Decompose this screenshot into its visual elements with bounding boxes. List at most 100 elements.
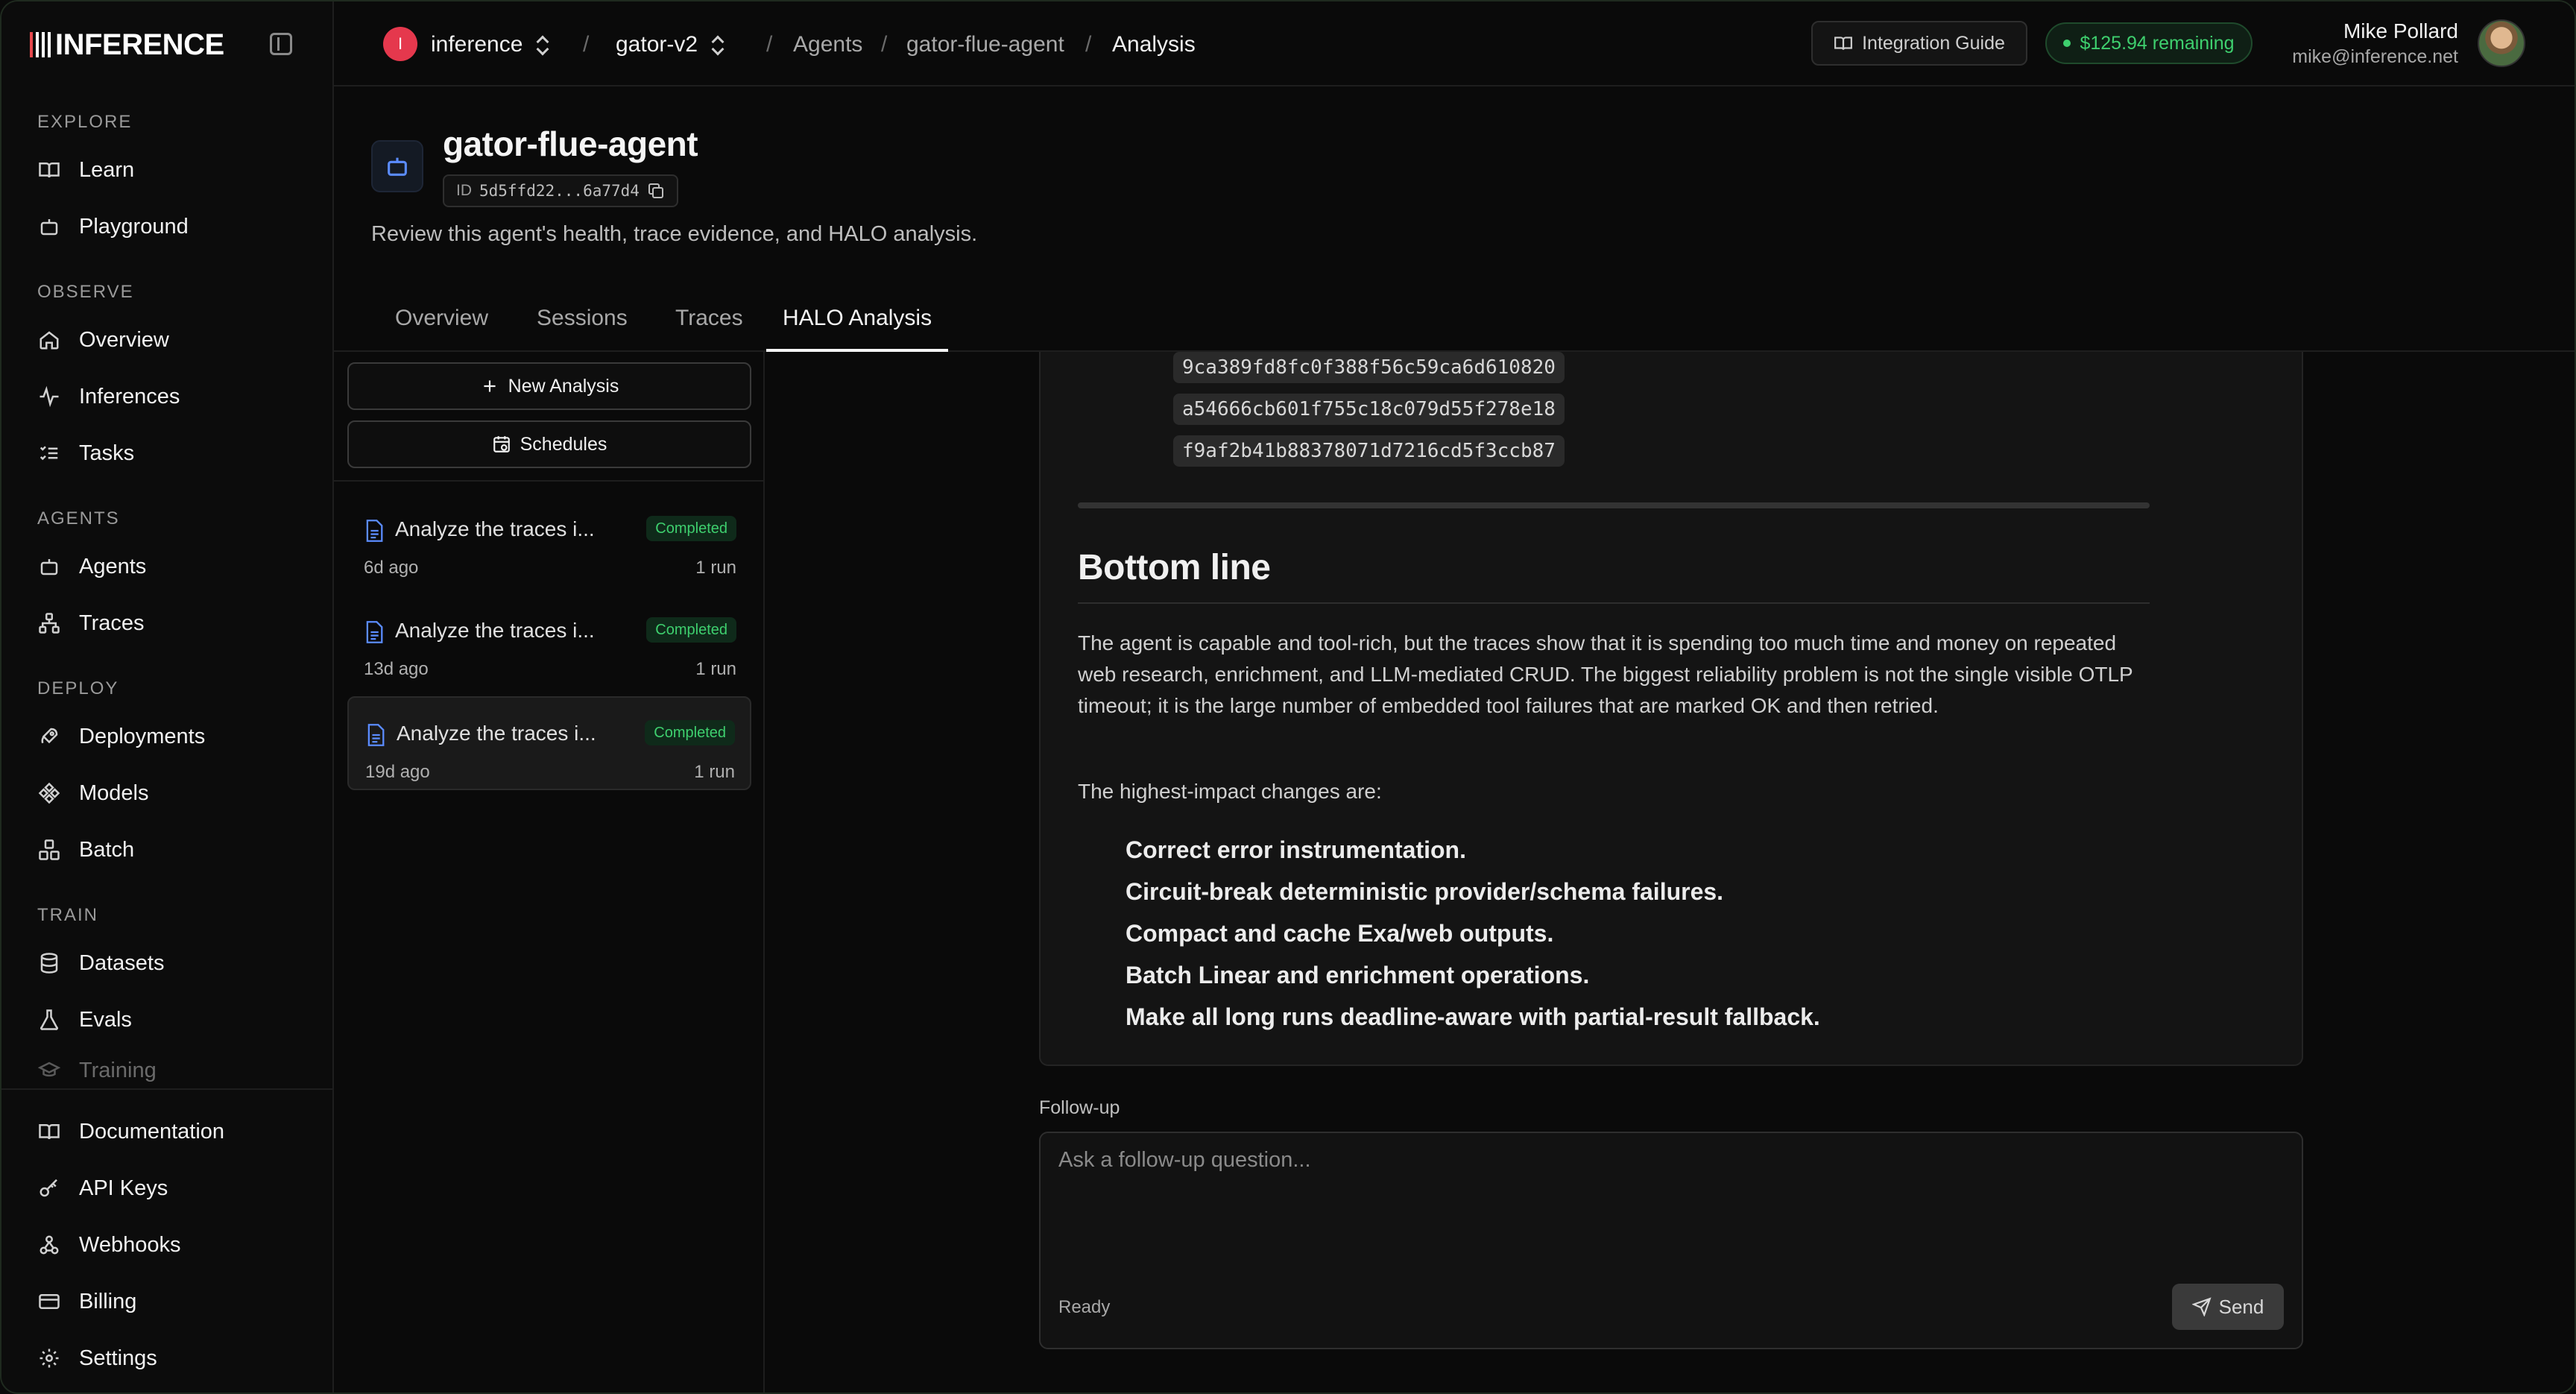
sidebar: INFERENCE EXPLORE Learn Playground OBSER… (1, 1, 334, 1393)
sidebar-item-agents[interactable]: Agents (37, 546, 146, 587)
sidebar-item-deployments[interactable]: Deployments (37, 716, 205, 757)
sidebar-item-label: Documentation (79, 1119, 225, 1144)
models-icon (37, 781, 61, 805)
network-icon (37, 611, 61, 635)
sidebar-item-datasets[interactable]: Datasets (37, 942, 164, 984)
integration-guide-button[interactable]: Integration Guide (1811, 21, 2027, 66)
list-item: Make all long runs deadline-aware with p… (1126, 1003, 1820, 1030)
document-icon (364, 620, 385, 644)
run-count: 1 run (695, 659, 736, 679)
analysis-run-item[interactable]: Analyze the traces i... Completed 6d ago… (347, 493, 751, 587)
sidebar-item-label: Evals (79, 1007, 132, 1032)
flask-icon (37, 1008, 61, 1032)
breadcrumb-separator: / (1085, 32, 1092, 57)
sidebar-item-label: Overview (79, 327, 169, 352)
sidebar-item-playground[interactable]: Playground (37, 206, 189, 247)
copy-icon[interactable] (647, 182, 665, 200)
chevrons-up-down-icon (536, 34, 549, 57)
send-label: Send (2218, 1295, 2264, 1318)
project-switcher[interactable]: gator-v2 (616, 30, 724, 60)
sidebar-item-webhooks[interactable]: Webhooks (37, 1224, 181, 1266)
agent-robot-icon (371, 140, 423, 192)
sidebar-item-learn[interactable]: Learn (37, 149, 134, 191)
sidebar-item-label: Batch (79, 837, 135, 862)
analysis-run-item[interactable]: Analyze the traces i... Completed 13d ag… (347, 595, 751, 689)
breadcrumb-agents[interactable]: Agents (793, 30, 862, 60)
sidebar-item-training[interactable]: Training (37, 1056, 157, 1085)
tab-traces[interactable]: Traces (675, 306, 743, 352)
tab-bar: Overview Sessions Traces HALO Analysis (334, 288, 2575, 352)
section-explore: EXPLORE (37, 112, 133, 132)
credits-badge[interactable]: $125.94 remaining (2045, 22, 2253, 64)
credits-label: $125.94 remaining (2080, 32, 2235, 54)
run-time: 19d ago (365, 762, 430, 782)
tab-sessions[interactable]: Sessions (537, 306, 628, 352)
run-count: 1 run (694, 762, 735, 782)
sidebar-divider (1, 1088, 334, 1090)
trace-id-code: a54666cb601f755c18c079d55f278e18 (1173, 394, 1565, 425)
brand-logo[interactable]: INFERENCE (30, 28, 224, 61)
sidebar-item-inferences[interactable]: Inferences (37, 376, 180, 417)
org-avatar[interactable]: I (383, 27, 417, 61)
run-time: 13d ago (364, 659, 429, 679)
book-icon (37, 1120, 61, 1144)
list-item: Batch Linear and enrichment operations. (1126, 962, 1590, 988)
schedules-label: Schedules (520, 433, 607, 455)
tab-overview[interactable]: Overview (395, 306, 488, 352)
report-lead: The highest-impact changes are: (1078, 780, 1382, 803)
analysis-run-item-selected[interactable]: Analyze the traces i... Completed 19d ag… (347, 696, 751, 790)
sidebar-item-label: Billing (79, 1289, 137, 1313)
sidebar-item-api-keys[interactable]: API Keys (37, 1167, 168, 1209)
credit-card-icon (37, 1290, 61, 1313)
document-icon (364, 519, 385, 543)
user-avatar[interactable] (2478, 19, 2525, 67)
sidebar-item-traces[interactable]: Traces (37, 602, 145, 644)
gear-icon (37, 1346, 61, 1370)
database-icon (37, 951, 61, 975)
followup-input[interactable] (1058, 1148, 2281, 1267)
sidebar-item-label: Settings (79, 1346, 157, 1370)
agent-id-chip[interactable]: ID 5d5ffd22...6a77d4 (443, 174, 678, 207)
section-train: TRAIN (37, 905, 98, 925)
page-title: gator-flue-agent (443, 124, 698, 163)
graduation-cap-icon (37, 1059, 61, 1082)
tab-halo-analysis[interactable]: HALO Analysis (766, 306, 949, 352)
sidebar-item-label: Agents (79, 554, 147, 578)
sidebar-item-batch[interactable]: Batch (37, 829, 134, 871)
robot-icon (37, 215, 61, 239)
section-agents: AGENTS (37, 508, 120, 529)
heading-underline (1078, 602, 2150, 604)
analysis-list-panel: New Analysis Schedules Analyze the trace… (334, 352, 765, 1393)
breadcrumb-separator: / (881, 32, 888, 57)
sidebar-item-tasks[interactable]: Tasks (37, 432, 134, 474)
followup-box: Ready Send (1039, 1132, 2303, 1349)
run-name: Analyze the traces i... (395, 517, 595, 540)
send-button[interactable]: Send (2172, 1284, 2284, 1330)
sidebar-item-settings[interactable]: Settings (37, 1337, 157, 1379)
run-name: Analyze the traces i... (397, 722, 596, 745)
sidebar-collapse-icon[interactable] (270, 33, 292, 55)
sidebar-item-label: Playground (79, 214, 189, 239)
schedules-button[interactable]: Schedules (347, 420, 751, 468)
sidebar-item-models[interactable]: Models (37, 772, 149, 814)
sidebar-item-billing[interactable]: Billing (37, 1281, 136, 1322)
org-switcher[interactable]: inference (431, 30, 549, 60)
new-analysis-button[interactable]: New Analysis (347, 362, 751, 410)
sidebar-item-evals[interactable]: Evals (37, 999, 132, 1041)
send-icon (2191, 1297, 2212, 1316)
breadcrumb-agent[interactable]: gator-flue-agent (906, 30, 1064, 60)
sidebar-item-overview[interactable]: Overview (37, 319, 169, 361)
sidebar-item-documentation[interactable]: Documentation (37, 1111, 224, 1152)
integration-guide-label: Integration Guide (1862, 32, 2005, 54)
agent-id-label: ID (456, 182, 472, 199)
list-item: Correct error instrumentation. (1126, 836, 1466, 863)
status-badge: Completed (646, 617, 736, 643)
list-item: Circuit-break deterministic provider/sch… (1126, 878, 1724, 905)
sidebar-item-label: Tasks (79, 441, 135, 465)
agent-id-value: 5d5ffd22...6a77d4 (479, 182, 640, 200)
sidebar-item-label: Models (79, 780, 149, 805)
user-email: mike@inference.net (2292, 46, 2458, 67)
breadcrumb-separator: / (583, 32, 590, 57)
followup-status: Ready (1058, 1297, 1111, 1317)
document-icon (365, 723, 386, 747)
